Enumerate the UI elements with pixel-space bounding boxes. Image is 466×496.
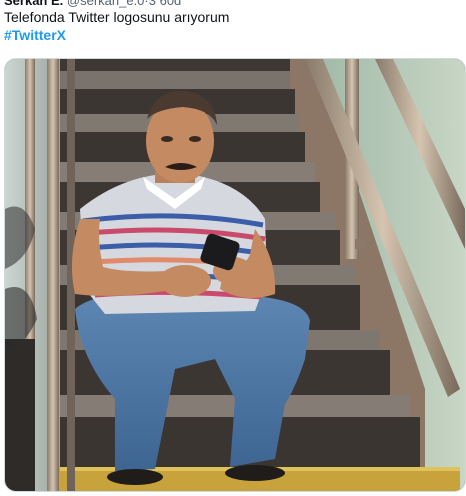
tweet-text: Telefonda Twitter logosunu arıyorum xyxy=(4,9,230,25)
author-handle[interactable]: @serkan_e.0·3 xyxy=(67,0,156,8)
tweet-media-photo[interactable] xyxy=(4,58,466,492)
author-name[interactable]: Serkan E. xyxy=(4,0,63,8)
tweet-header: Serkan E. @serkan_e.0·3 60d xyxy=(4,0,182,8)
tweet-timestamp[interactable]: 60d xyxy=(160,0,182,8)
hashtag-link[interactable]: #TwitterX xyxy=(4,27,66,43)
photo-illustration xyxy=(5,59,465,491)
